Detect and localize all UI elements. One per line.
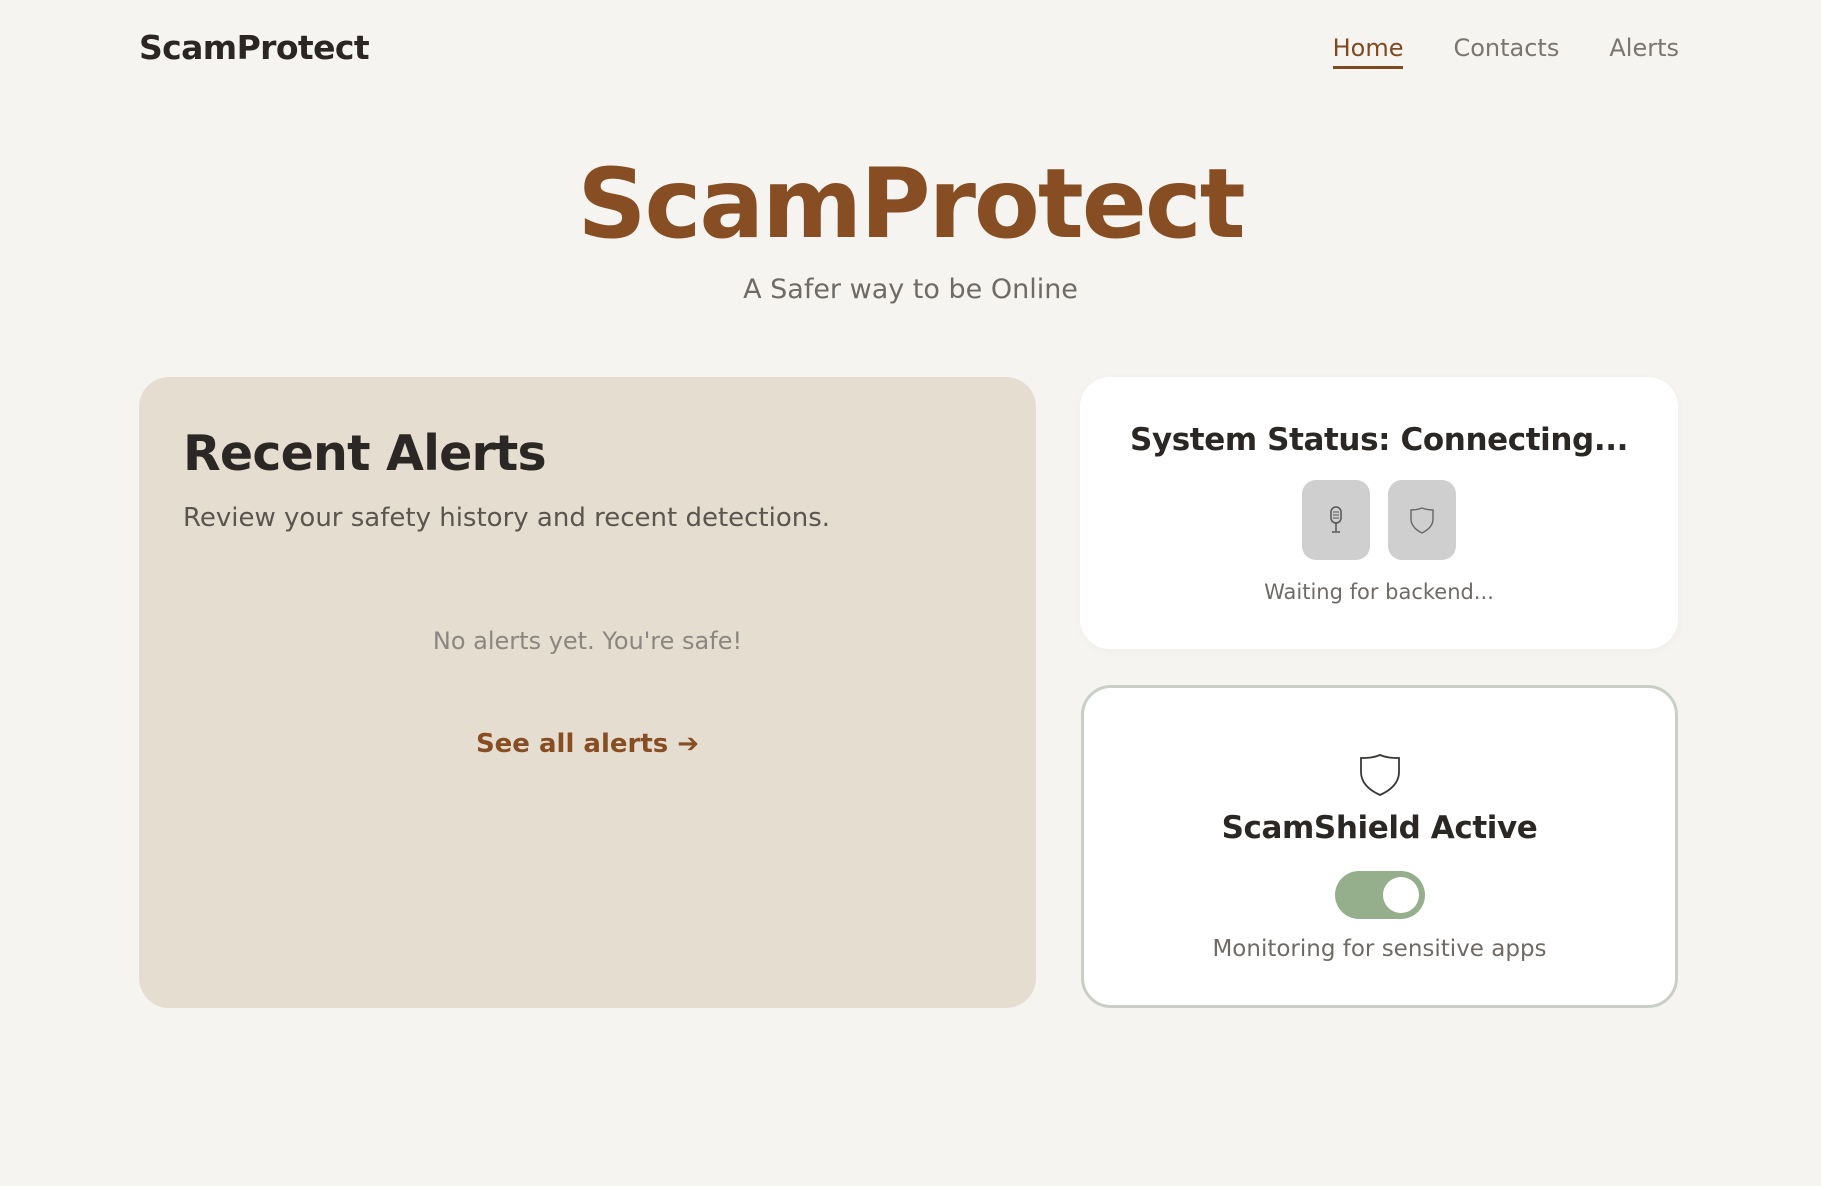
see-all-alerts-link[interactable]: See all alerts ➔ — [139, 729, 1036, 759]
hero-title: ScamProtect — [577, 148, 1245, 260]
nav-links: Home Contacts Alerts — [1332, 34, 1679, 69]
nav-link-contacts[interactable]: Contacts — [1453, 34, 1559, 69]
recent-alerts-description: Review your safety history and recent de… — [183, 503, 831, 533]
shield-icon — [1358, 752, 1402, 802]
nav-link-home[interactable]: Home — [1332, 34, 1404, 69]
system-status-card: System Status: Connecting... Waiting for… — [1080, 377, 1678, 649]
scamshield-card: ScamShield Active Monitoring for sensiti… — [1081, 685, 1678, 1008]
shield-icon — [1388, 480, 1456, 560]
empty-alerts-message: No alerts yet. You're safe! — [432, 627, 743, 655]
scamshield-title: ScamShield Active — [1221, 810, 1538, 846]
scamshield-toggle[interactable] — [1335, 871, 1425, 919]
nav-link-alerts[interactable]: Alerts — [1609, 34, 1679, 69]
toggle-knob — [1383, 877, 1419, 913]
scamshield-message: Monitoring for sensitive apps — [1212, 936, 1547, 962]
recent-alerts-title: Recent Alerts — [183, 425, 547, 482]
status-icons — [1302, 480, 1456, 560]
status-message: Waiting for backend... — [1264, 580, 1494, 604]
recent-alerts-card: Recent Alerts Review your safety history… — [139, 377, 1036, 1008]
system-status-title: System Status: Connecting... — [1130, 422, 1628, 458]
top-nav: ScamProtect Home Contacts Alerts — [0, 0, 1821, 100]
microphone-icon — [1302, 480, 1370, 560]
brand-logo-text[interactable]: ScamProtect — [139, 28, 370, 67]
hero-subtitle: A Safer way to be Online — [743, 274, 1078, 305]
